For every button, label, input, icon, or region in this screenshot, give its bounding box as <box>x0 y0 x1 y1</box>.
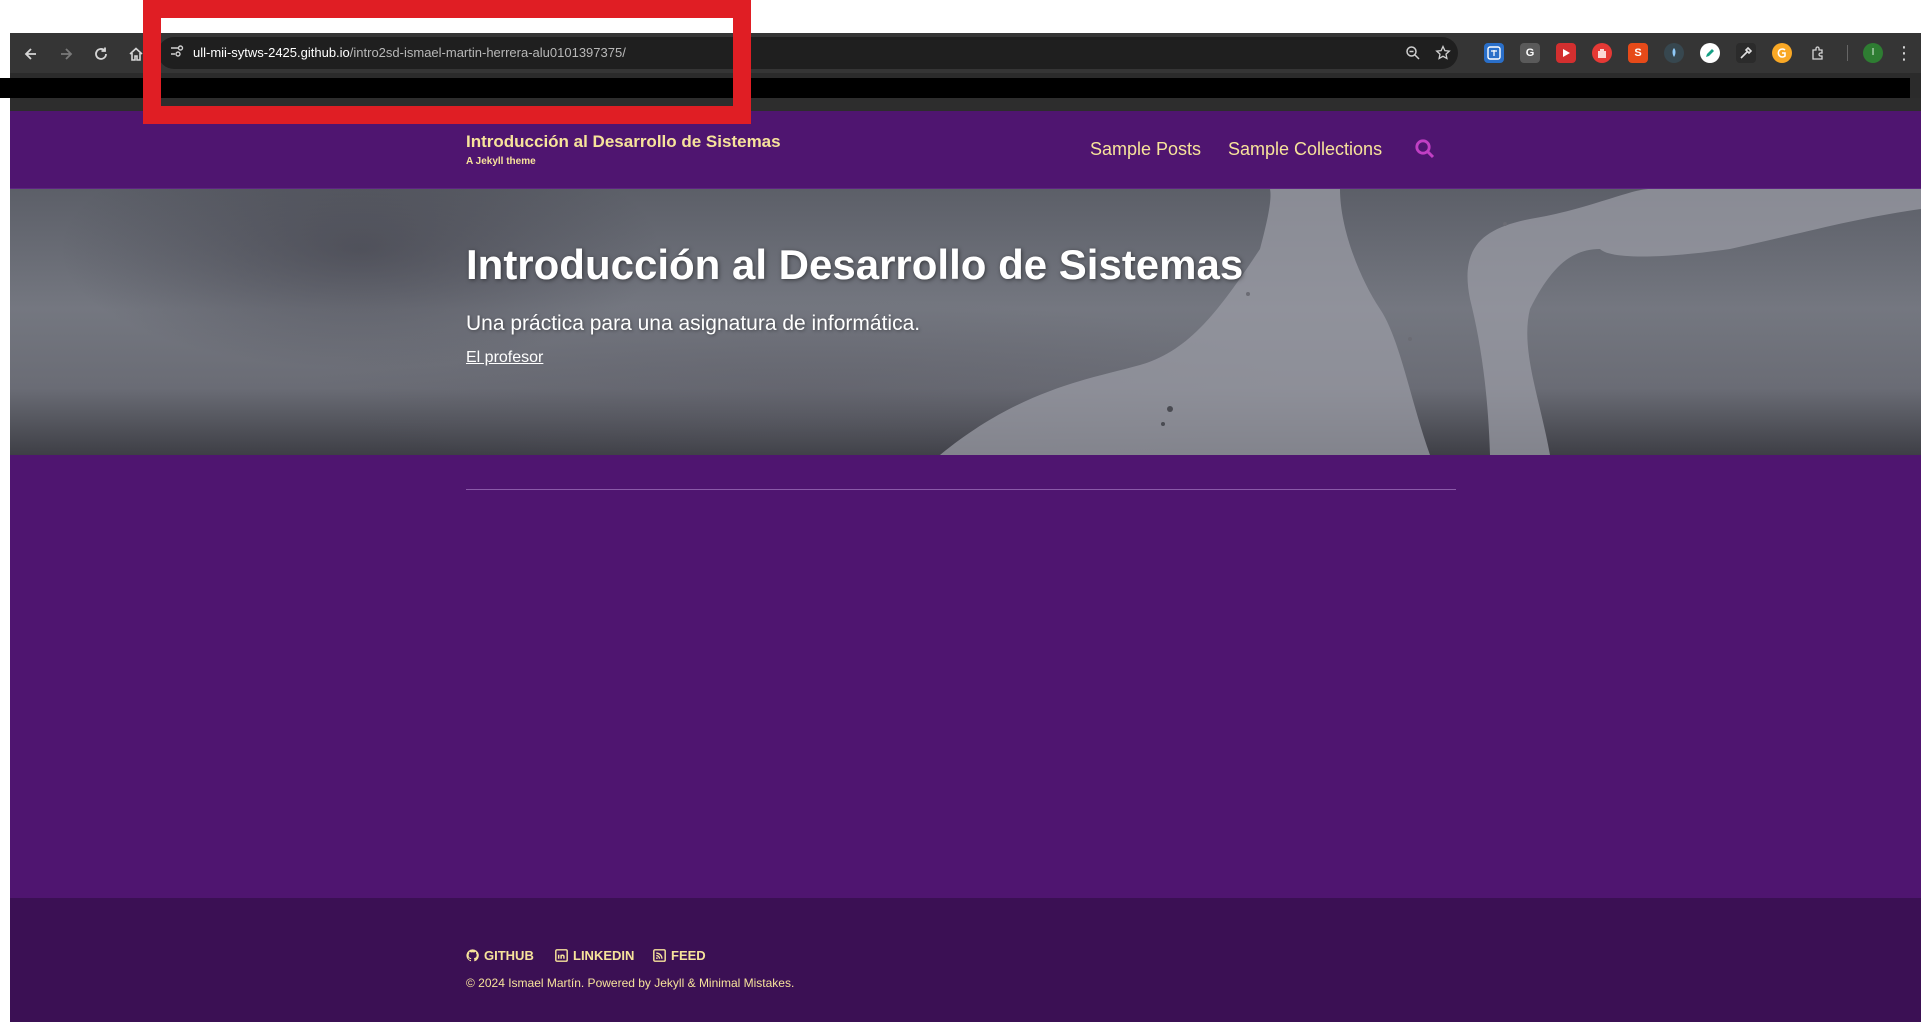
g-extension-icon[interactable]: G <box>1520 43 1540 63</box>
zoom-icon[interactable] <box>1403 43 1423 63</box>
nav-sample-posts[interactable]: Sample Posts <box>1090 139 1201 160</box>
content-divider <box>466 489 1456 490</box>
eyedropper-extension-icon[interactable] <box>1736 43 1756 63</box>
translate-extension-icon[interactable] <box>1484 43 1504 63</box>
site-title[interactable]: Introducción al Desarrollo de Sistemas <box>466 132 781 152</box>
footer-copyright: © 2024 Ismael Martín. Powered by Jekyll … <box>466 976 795 990</box>
screen: ull-mii-sytws-2425.github.io/intro2sd-is… <box>0 0 1921 1022</box>
hero-excerpt: Una práctica para una asignatura de info… <box>466 312 921 335</box>
reload-button[interactable] <box>88 41 114 67</box>
reload-icon <box>95 47 107 60</box>
rss-icon <box>653 948 666 962</box>
rocket-extension-icon[interactable] <box>1664 43 1684 63</box>
web-page: Introducción al Desarrollo de Sistemas A… <box>10 111 1921 1022</box>
bookmark-star-icon[interactable] <box>1433 43 1453 63</box>
pencil-extension-icon[interactable] <box>1700 43 1720 63</box>
media-extension-icon[interactable] <box>1556 43 1576 63</box>
site-subtitle: A Jekyll theme <box>466 156 536 167</box>
footer-link-github[interactable]: GITHUB <box>466 946 534 964</box>
toolbar-separator <box>1847 45 1848 61</box>
extensions-puzzle-icon[interactable] <box>1808 43 1828 63</box>
back-arrow-icon <box>24 48 36 60</box>
nav-sample-collections[interactable]: Sample Collections <box>1228 139 1382 160</box>
forward-arrow-icon <box>61 48 73 60</box>
profile-avatar[interactable]: I <box>1863 43 1883 63</box>
footer-link-linkedin[interactable]: LINKEDIN <box>555 946 634 964</box>
footer-link-label: LINKEDIN <box>573 947 635 963</box>
footer-link-label: GITHUB <box>484 947 534 963</box>
linkedin-icon <box>555 948 568 962</box>
highlight-box <box>143 0 751 124</box>
search-button[interactable] <box>1414 138 1438 162</box>
hero-background-image <box>940 189 1921 455</box>
hero-title: Introducción al Desarrollo de Sistemas <box>466 241 1244 288</box>
adblock-extension-icon[interactable] <box>1592 43 1612 63</box>
back-button[interactable] <box>18 41 44 67</box>
github-icon <box>466 948 479 961</box>
page-hero: Introducción al Desarrollo de Sistemas U… <box>10 189 1921 455</box>
footer-link-feed[interactable]: FEED <box>653 946 706 964</box>
grammarly-extension-icon[interactable] <box>1772 43 1792 63</box>
footer-link-label: FEED <box>671 947 706 963</box>
home-icon <box>129 47 143 61</box>
page-footer: GITHUB LINKEDIN FEED © 2024 Ismael Martí… <box>10 898 1921 1022</box>
search-icon <box>1415 139 1435 159</box>
s-extension-icon[interactable]: S <box>1628 43 1648 63</box>
browser-menu-icon[interactable]: ⋮ <box>1895 41 1913 65</box>
hero-link-el-profesor[interactable]: El profesor <box>466 349 543 367</box>
forward-button[interactable] <box>53 41 79 67</box>
